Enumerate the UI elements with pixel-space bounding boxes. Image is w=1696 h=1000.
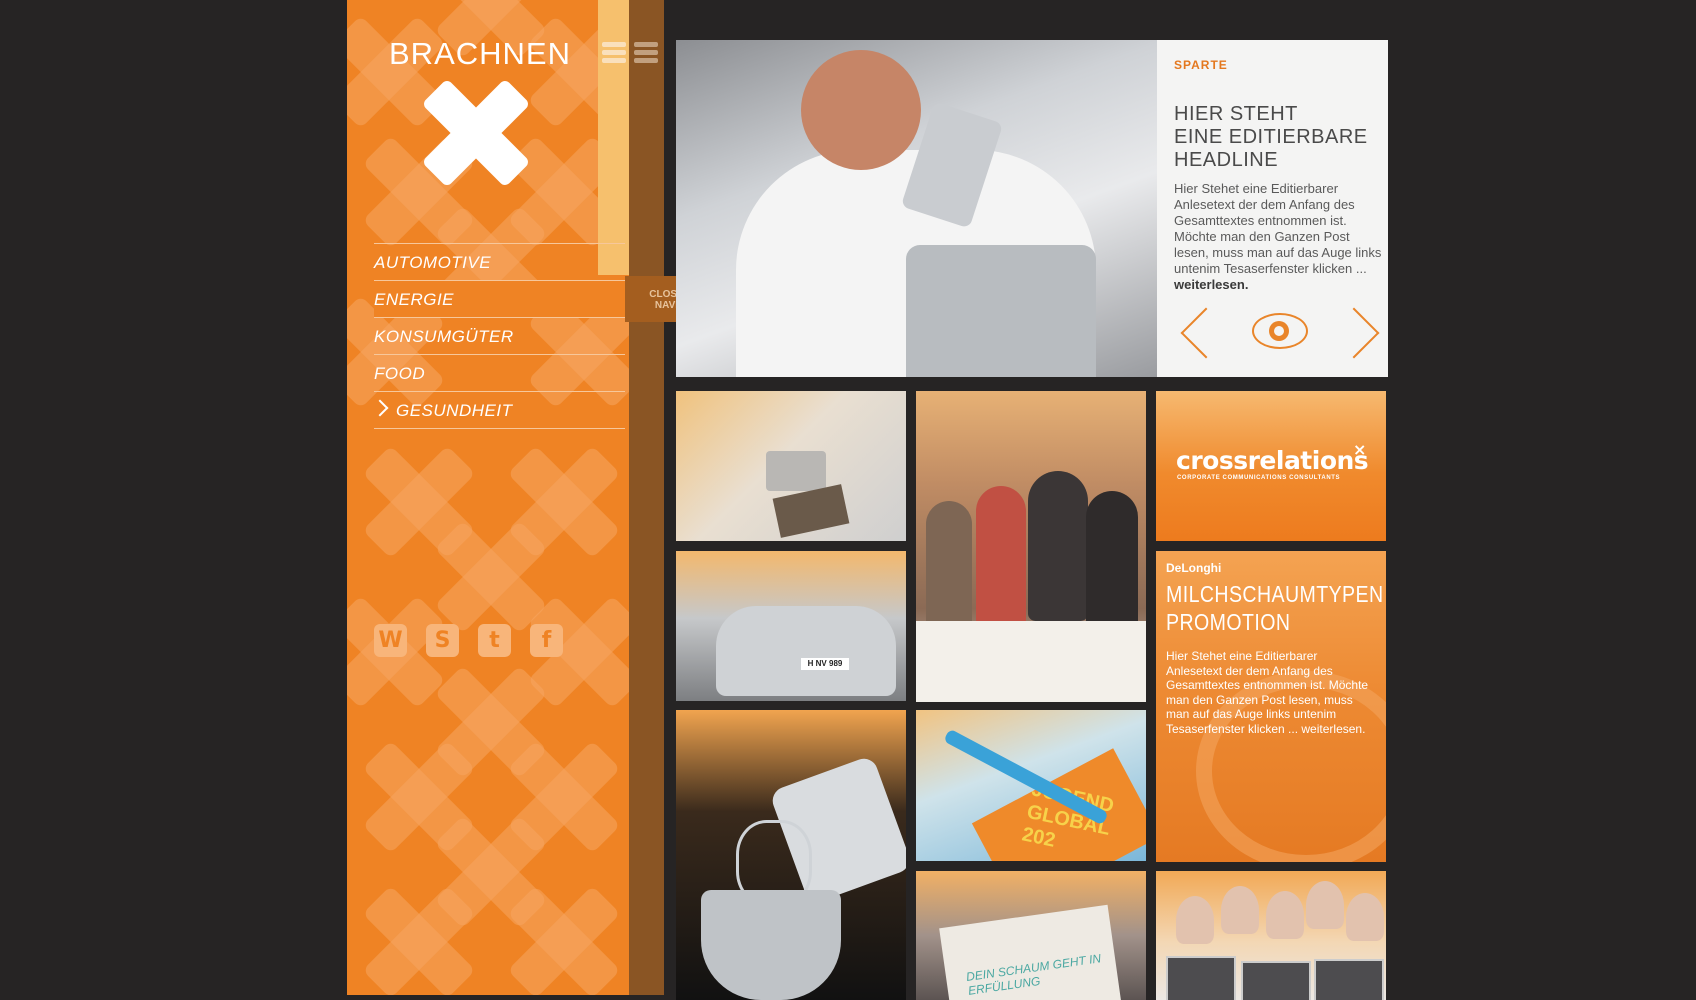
x-pattern: [439, 525, 543, 629]
hero-category: SPARTE: [1174, 58, 1228, 72]
menu-icon[interactable]: [602, 42, 626, 66]
nav-item-label: FOOD: [374, 364, 426, 383]
chef-head: [801, 50, 921, 170]
mixer-image: [906, 245, 1096, 377]
nav-item-label: ENERGIE: [374, 290, 455, 309]
tile-crossrelations-logo[interactable]: crossrelations × CORPORATE COMMUNICATION…: [1156, 391, 1386, 541]
hero-headline-line: EINE EDITIERBARE: [1174, 126, 1368, 148]
promo-title-line: MILCHSCHAUMTYPEN: [1166, 581, 1384, 607]
menu-icon-secondary[interactable]: [634, 42, 658, 66]
logo-wordmark: crossrelations: [1176, 446, 1369, 475]
facebook-icon[interactable]: f: [530, 624, 563, 657]
hero-teaser-text: Hier Stehet eine Editierbarer Anlesetext…: [1174, 181, 1386, 293]
arrow-right-icon[interactable]: [1344, 312, 1384, 352]
hero-headline-line: HEADLINE: [1174, 149, 1279, 171]
hero-headline-line: HIER STEHT: [1174, 103, 1298, 125]
promo-text: Hier Stehet eine Editierbarer Anlesetext…: [1166, 649, 1369, 736]
x-pattern: [512, 890, 616, 994]
hero-headline: HIER STEHT EINE EDITIERBARE HEADLINE: [1174, 103, 1384, 172]
hero-teaser: SPARTE HIER STEHT EINE EDITIERBARE HEADL…: [676, 40, 1388, 377]
logo-star-icon: ×: [1353, 440, 1367, 459]
chevron-right-icon: [371, 399, 389, 417]
wordpress-icon[interactable]: W: [374, 624, 407, 657]
promo-brand: DeLonghi: [1166, 561, 1222, 575]
nav-item-konsumgueter[interactable]: KONSUMGÜTER: [374, 317, 625, 354]
nav-item-energie[interactable]: ENERGIE: [374, 280, 625, 317]
eye-icon[interactable]: [1252, 313, 1308, 349]
nav-item-gesundheit[interactable]: GESUNDHEIT: [371, 391, 625, 429]
tile-packaging-photo[interactable]: [676, 391, 906, 541]
tile-mixer-photo[interactable]: [676, 710, 906, 1000]
logo-tagline: CORPORATE COMMUNICATIONS CONSULTANTS: [1177, 475, 1341, 481]
hero-teaser-body: Hier Stehet eine Editierbarer Anlesetext…: [1174, 181, 1382, 276]
tile-car-photo[interactable]: H NV 989: [676, 551, 906, 701]
brand-x-logo: [425, 86, 527, 180]
tile-promo-teaser[interactable]: DeLonghi MILCHSCHAUMTYPEN PROMOTION Hier…: [1156, 551, 1386, 862]
sidebar-strip-dark: [629, 0, 664, 995]
tile-print-photo[interactable]: JUGEND GLOBAL 202: [916, 710, 1146, 861]
sidebar-nav: AUTOMOTIVE ENERGIE KONSUMGÜTER FOOD GESU…: [371, 243, 625, 429]
nav-item-label: KONSUMGÜTER: [374, 327, 514, 346]
promo-title: MILCHSCHAUMTYPEN PROMOTION: [1166, 580, 1384, 636]
card-text: DEIN SCHAUM GEHT IN ERFÜLLUNG: [965, 951, 1102, 998]
promo-title-line: PROMOTION: [1166, 609, 1291, 635]
x-pattern: [367, 890, 471, 994]
tile-card-photo[interactable]: DEIN SCHAUM GEHT IN ERFÜLLUNG: [916, 871, 1146, 1000]
nav-item-automotive[interactable]: AUTOMOTIVE: [374, 243, 625, 280]
nav-item-food[interactable]: FOOD: [374, 354, 625, 391]
hero-photo[interactable]: [676, 40, 1157, 377]
arrow-left-icon[interactable]: [1174, 312, 1214, 352]
skype-icon[interactable]: S: [426, 624, 459, 657]
hero-info-panel: SPARTE HIER STEHT EINE EDITIERBARE HEADL…: [1157, 40, 1388, 377]
tile-team-photo[interactable]: [1156, 871, 1386, 1000]
nav-item-label: GESUNDHEIT: [396, 401, 513, 420]
tile-cooking-event-photo[interactable]: [916, 391, 1146, 702]
car-plate: H NV 989: [801, 658, 849, 670]
twitter-icon[interactable]: t: [478, 624, 511, 657]
read-more-link[interactable]: weiterlesen.: [1174, 277, 1248, 292]
nav-item-label: AUTOMOTIVE: [374, 253, 492, 272]
sidebar-title: BRACHNEN: [389, 36, 571, 71]
